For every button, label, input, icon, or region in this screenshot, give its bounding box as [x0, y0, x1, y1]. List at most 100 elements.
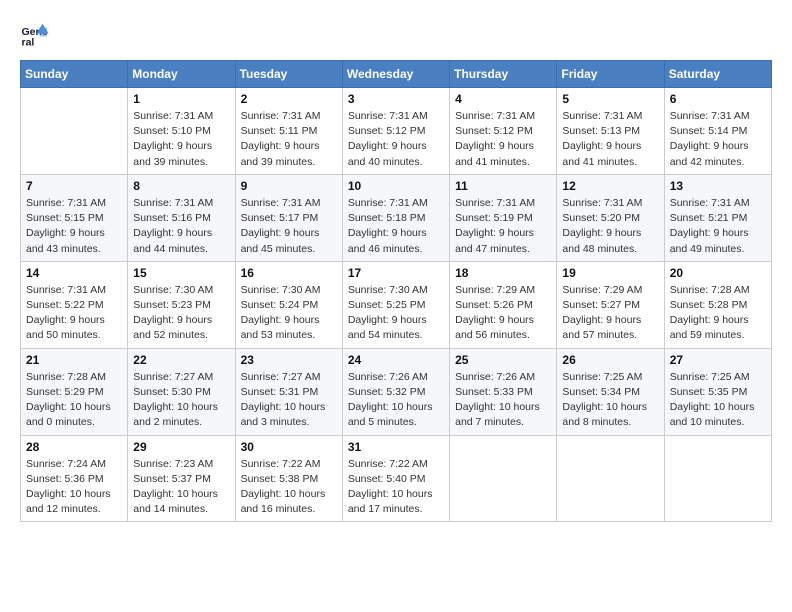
calendar-cell: 17 Sunrise: 7:30 AMSunset: 5:25 PMDayligh…: [342, 261, 449, 348]
day-info: Sunrise: 7:29 AMSunset: 5:27 PMDaylight:…: [562, 283, 658, 344]
day-info: Sunrise: 7:28 AMSunset: 5:29 PMDaylight:…: [26, 370, 122, 431]
day-info: Sunrise: 7:22 AMSunset: 5:40 PMDaylight:…: [348, 457, 444, 518]
day-number: 16: [241, 266, 337, 280]
calendar-week-4: 21 Sunrise: 7:28 AMSunset: 5:29 PMDayligh…: [21, 348, 772, 435]
weekday-header-friday: Friday: [557, 61, 664, 88]
calendar-cell: 5 Sunrise: 7:31 AMSunset: 5:13 PMDaylight…: [557, 88, 664, 175]
page-header: Gene ral: [20, 20, 772, 50]
day-number: 13: [670, 179, 766, 193]
calendar-cell: 8Sunrise: 7:31 AMSunset: 5:16 PMDaylight…: [128, 174, 235, 261]
day-info: Sunrise: 7:22 AMSunset: 5:38 PMDaylight:…: [241, 457, 337, 518]
day-number: 30: [241, 440, 337, 454]
day-number: 21: [26, 353, 122, 367]
calendar-cell: 31 Sunrise: 7:22 AMSunset: 5:40 PMDayligh…: [342, 435, 449, 522]
calendar-cell: 27Sunrise: 7:25 AMSunset: 5:35 PMDayligh…: [664, 348, 771, 435]
calendar-week-1: 1 Sunrise: 7:31 AMSunset: 5:10 PMDaylight…: [21, 88, 772, 175]
day-number: 20: [670, 266, 766, 280]
calendar-week-5: 28 Sunrise: 7:24 AMSunset: 5:36 PMDayligh…: [21, 435, 772, 522]
calendar-cell: 28 Sunrise: 7:24 AMSunset: 5:36 PMDayligh…: [21, 435, 128, 522]
day-info: Sunrise: 7:30 AMSunset: 5:25 PMDaylight:…: [348, 283, 444, 344]
weekday-header-wednesday: Wednesday: [342, 61, 449, 88]
calendar-cell: 26 Sunrise: 7:25 AMSunset: 5:34 PMDayligh…: [557, 348, 664, 435]
logo-icon: Gene ral: [20, 20, 50, 50]
calendar-cell: 23 Sunrise: 7:27 AMSunset: 5:31 PMDayligh…: [235, 348, 342, 435]
calendar-table: SundayMondayTuesdayWednesdayThursdayFrid…: [20, 60, 772, 522]
calendar-cell: [450, 435, 557, 522]
day-info: Sunrise: 7:27 AMSunset: 5:30 PMDaylight:…: [133, 370, 229, 431]
day-number: 22: [133, 353, 229, 367]
day-info: Sunrise: 7:31 AMSunset: 5:13 PMDaylight:…: [562, 109, 658, 170]
calendar-cell: [664, 435, 771, 522]
calendar-cell: 19 Sunrise: 7:29 AMSunset: 5:27 PMDayligh…: [557, 261, 664, 348]
day-info: Sunrise: 7:29 AMSunset: 5:26 PMDaylight:…: [455, 283, 551, 344]
day-number: 27: [670, 353, 766, 367]
calendar-cell: 6Sunrise: 7:31 AMSunset: 5:14 PMDaylight…: [664, 88, 771, 175]
day-info: Sunrise: 7:31 AMSunset: 5:11 PMDaylight:…: [241, 109, 337, 170]
day-number: 5: [562, 92, 658, 106]
calendar-cell: 15 Sunrise: 7:30 AMSunset: 5:23 PMDayligh…: [128, 261, 235, 348]
calendar-cell: 9 Sunrise: 7:31 AMSunset: 5:17 PMDaylight…: [235, 174, 342, 261]
calendar-cell: 25 Sunrise: 7:26 AMSunset: 5:33 PMDayligh…: [450, 348, 557, 435]
weekday-header-tuesday: Tuesday: [235, 61, 342, 88]
calendar-cell: 14Sunrise: 7:31 AMSunset: 5:22 PMDayligh…: [21, 261, 128, 348]
day-number: 8: [133, 179, 229, 193]
day-info: Sunrise: 7:26 AMSunset: 5:33 PMDaylight:…: [455, 370, 551, 431]
day-number: 11: [455, 179, 551, 193]
day-number: 23: [241, 353, 337, 367]
day-number: 2: [241, 92, 337, 106]
calendar-cell: 4 Sunrise: 7:31 AMSunset: 5:12 PMDaylight…: [450, 88, 557, 175]
day-number: 17: [348, 266, 444, 280]
day-info: Sunrise: 7:31 AMSunset: 5:22 PMDaylight:…: [26, 283, 122, 344]
calendar-cell: 12Sunrise: 7:31 AMSunset: 5:20 PMDayligh…: [557, 174, 664, 261]
day-info: Sunrise: 7:31 AMSunset: 5:21 PMDaylight:…: [670, 196, 766, 257]
calendar-header-row: SundayMondayTuesdayWednesdayThursdayFrid…: [21, 61, 772, 88]
day-number: 7: [26, 179, 122, 193]
day-info: Sunrise: 7:31 AMSunset: 5:10 PMDaylight:…: [133, 109, 229, 170]
day-info: Sunrise: 7:31 AMSunset: 5:17 PMDaylight:…: [241, 196, 337, 257]
day-number: 10: [348, 179, 444, 193]
day-info: Sunrise: 7:27 AMSunset: 5:31 PMDaylight:…: [241, 370, 337, 431]
calendar-cell: 30 Sunrise: 7:22 AMSunset: 5:38 PMDayligh…: [235, 435, 342, 522]
calendar-cell: 2 Sunrise: 7:31 AMSunset: 5:11 PMDaylight…: [235, 88, 342, 175]
day-number: 31: [348, 440, 444, 454]
calendar-cell: 10 Sunrise: 7:31 AMSunset: 5:18 PMDayligh…: [342, 174, 449, 261]
day-info: Sunrise: 7:24 AMSunset: 5:36 PMDaylight:…: [26, 457, 122, 518]
logo: Gene ral: [20, 20, 54, 50]
calendar-cell: [557, 435, 664, 522]
day-number: 9: [241, 179, 337, 193]
calendar-cell: 24Sunrise: 7:26 AMSunset: 5:32 PMDayligh…: [342, 348, 449, 435]
day-number: 3: [348, 92, 444, 106]
day-info: Sunrise: 7:31 AMSunset: 5:12 PMDaylight:…: [348, 109, 444, 170]
calendar-cell: 16 Sunrise: 7:30 AMSunset: 5:24 PMDayligh…: [235, 261, 342, 348]
calendar-cell: [21, 88, 128, 175]
calendar-cell: 22 Sunrise: 7:27 AMSunset: 5:30 PMDayligh…: [128, 348, 235, 435]
day-info: Sunrise: 7:30 AMSunset: 5:23 PMDaylight:…: [133, 283, 229, 344]
day-info: Sunrise: 7:23 AMSunset: 5:37 PMDaylight:…: [133, 457, 229, 518]
day-info: Sunrise: 7:31 AMSunset: 5:14 PMDaylight:…: [670, 109, 766, 170]
day-info: Sunrise: 7:28 AMSunset: 5:28 PMDaylight:…: [670, 283, 766, 344]
day-number: 28: [26, 440, 122, 454]
calendar-cell: 11Sunrise: 7:31 AMSunset: 5:19 PMDayligh…: [450, 174, 557, 261]
day-number: 4: [455, 92, 551, 106]
day-number: 1: [133, 92, 229, 106]
calendar-week-3: 14Sunrise: 7:31 AMSunset: 5:22 PMDayligh…: [21, 261, 772, 348]
day-number: 25: [455, 353, 551, 367]
day-number: 19: [562, 266, 658, 280]
calendar-cell: 21 Sunrise: 7:28 AMSunset: 5:29 PMDayligh…: [21, 348, 128, 435]
day-number: 26: [562, 353, 658, 367]
calendar-cell: 1 Sunrise: 7:31 AMSunset: 5:10 PMDaylight…: [128, 88, 235, 175]
weekday-header-saturday: Saturday: [664, 61, 771, 88]
day-number: 15: [133, 266, 229, 280]
calendar-cell: 13 Sunrise: 7:31 AMSunset: 5:21 PMDayligh…: [664, 174, 771, 261]
calendar-week-2: 7 Sunrise: 7:31 AMSunset: 5:15 PMDaylight…: [21, 174, 772, 261]
day-number: 18: [455, 266, 551, 280]
day-info: Sunrise: 7:30 AMSunset: 5:24 PMDaylight:…: [241, 283, 337, 344]
day-info: Sunrise: 7:31 AMSunset: 5:18 PMDaylight:…: [348, 196, 444, 257]
day-info: Sunrise: 7:31 AMSunset: 5:15 PMDaylight:…: [26, 196, 122, 257]
calendar-cell: 29 Sunrise: 7:23 AMSunset: 5:37 PMDayligh…: [128, 435, 235, 522]
calendar-cell: 20 Sunrise: 7:28 AMSunset: 5:28 PMDayligh…: [664, 261, 771, 348]
day-number: 29: [133, 440, 229, 454]
day-info: Sunrise: 7:31 AMSunset: 5:12 PMDaylight:…: [455, 109, 551, 170]
svg-text:ral: ral: [22, 37, 35, 49]
day-info: Sunrise: 7:25 AMSunset: 5:34 PMDaylight:…: [562, 370, 658, 431]
